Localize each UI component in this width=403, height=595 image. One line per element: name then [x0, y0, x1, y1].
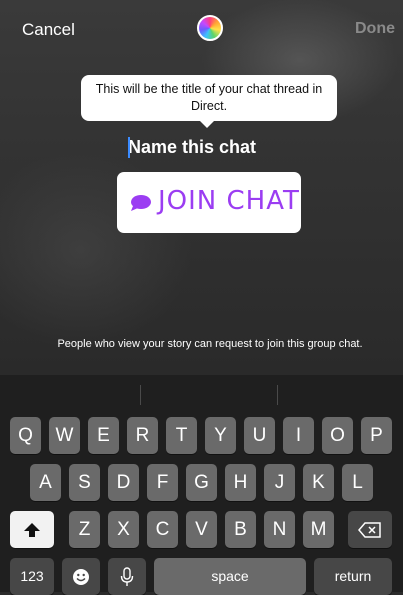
- key-m[interactable]: M: [303, 511, 334, 548]
- shift-key[interactable]: [10, 511, 54, 548]
- suggestion-bar: [0, 375, 403, 410]
- chat-name-input[interactable]: Name this chat: [128, 137, 256, 158]
- key-g[interactable]: G: [186, 464, 217, 501]
- key-j[interactable]: J: [264, 464, 295, 501]
- key-v[interactable]: V: [186, 511, 217, 548]
- key-q[interactable]: Q: [10, 417, 41, 454]
- key-x[interactable]: X: [108, 511, 139, 548]
- key-p[interactable]: P: [361, 417, 392, 454]
- key-t[interactable]: T: [166, 417, 197, 454]
- key-z[interactable]: Z: [69, 511, 100, 548]
- suggestion-divider: [277, 385, 278, 405]
- backspace-key[interactable]: [348, 511, 392, 548]
- chat-bubble-icon: [131, 195, 151, 211]
- key-a[interactable]: A: [30, 464, 61, 501]
- key-o[interactable]: O: [322, 417, 353, 454]
- key-f[interactable]: F: [147, 464, 178, 501]
- key-b[interactable]: B: [225, 511, 256, 548]
- text-cursor: [128, 137, 130, 158]
- tooltip-arrow: [199, 120, 215, 128]
- key-u[interactable]: U: [244, 417, 275, 454]
- key-w[interactable]: W: [49, 417, 80, 454]
- emoji-icon: [73, 568, 89, 585]
- key-n[interactable]: N: [264, 511, 295, 548]
- suggestion-divider: [140, 385, 141, 405]
- backspace-icon: [358, 522, 381, 538]
- key-i[interactable]: I: [283, 417, 314, 454]
- dictation-key[interactable]: [108, 558, 146, 595]
- key-d[interactable]: D: [108, 464, 139, 501]
- key-h[interactable]: H: [225, 464, 256, 501]
- space-key[interactable]: space: [154, 558, 306, 595]
- top-bar: Cancel Done: [0, 0, 403, 60]
- join-chat-label: JOIN CHAT: [158, 186, 300, 216]
- shift-arrow-icon: [24, 522, 40, 537]
- return-key[interactable]: return: [314, 558, 392, 595]
- key-s[interactable]: S: [69, 464, 100, 501]
- done-button[interactable]: Done: [355, 20, 395, 38]
- key-e[interactable]: E: [88, 417, 119, 454]
- join-hint-text: People who view your story can request t…: [57, 338, 363, 350]
- keyboard: Q W E R T Y U I O P A S D F G H J K L Z …: [0, 375, 403, 595]
- cancel-button[interactable]: Cancel: [22, 20, 75, 40]
- key-k[interactable]: K: [303, 464, 334, 501]
- key-r[interactable]: R: [127, 417, 158, 454]
- color-wheel-icon[interactable]: [197, 15, 223, 41]
- key-y[interactable]: Y: [205, 417, 236, 454]
- microphone-icon: [120, 567, 134, 586]
- title-tooltip: This will be the title of your chat thre…: [81, 75, 337, 121]
- numbers-key[interactable]: 123: [10, 558, 54, 595]
- emoji-key[interactable]: [62, 558, 100, 595]
- key-c[interactable]: C: [147, 511, 178, 548]
- key-l[interactable]: L: [342, 464, 373, 501]
